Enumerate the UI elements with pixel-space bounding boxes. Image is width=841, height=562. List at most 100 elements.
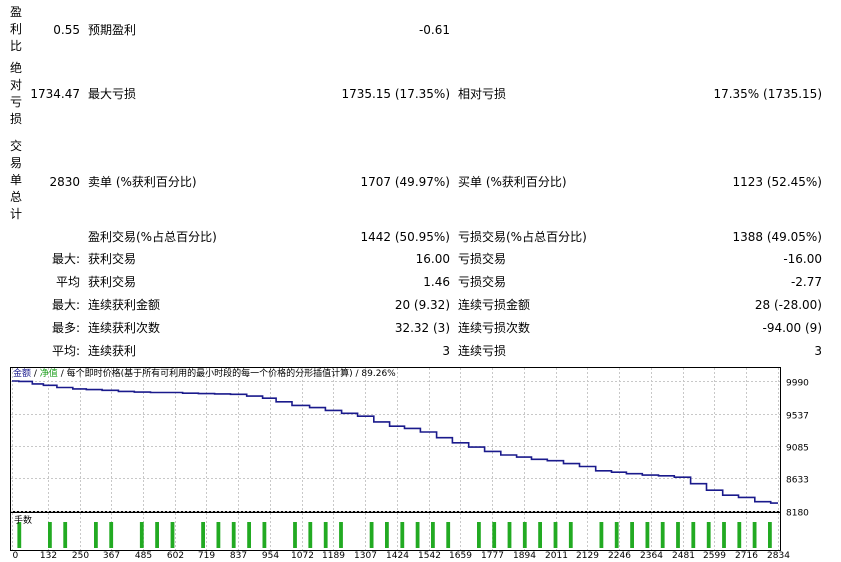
x-tick-label: 1072 [291, 551, 314, 560]
profit-factor-label: 盈利比 [10, 5, 23, 53]
volume-bar [676, 522, 680, 548]
max-consecutive-wins-amount-value: 20 (9.32) [394, 298, 450, 312]
x-tick-label: 1894 [513, 551, 536, 560]
average-consecutive-losses-value: 3 [814, 344, 822, 358]
balance-chart-canvas: 9990 9537 9085 8633 8180 0 132 250 367 485 602 719 8… [10, 367, 809, 560]
x-tick-label: 367 [103, 551, 120, 560]
volume-bar [155, 522, 159, 548]
max-consecutive-amount-prefix: 最大: [51, 298, 80, 312]
y-tick-label: 9085 [786, 444, 809, 454]
volume-bar [752, 522, 757, 548]
expected-payoff-label: 预期盈利 [88, 23, 137, 37]
y-tick-label: 9990 [786, 379, 809, 389]
volume-bar [139, 522, 144, 548]
volume-bar [293, 522, 297, 548]
x-tick-label: 1659 [449, 551, 472, 560]
main-plot-frame [10, 367, 781, 512]
x-tick-label: 485 [135, 551, 152, 560]
x-tick-label: 2716 [735, 551, 758, 560]
x-tick-label: 1424 [386, 551, 409, 560]
y-tick-label: 8633 [786, 476, 809, 486]
x-tick-label: 1189 [322, 551, 345, 560]
x-tick-label: 2834 [767, 551, 790, 560]
volume-bar [385, 522, 389, 548]
volume-bar [415, 522, 420, 548]
profit-factor-value: 0.55 [53, 23, 80, 37]
volume-bar [231, 522, 236, 548]
volume-bar [599, 522, 604, 548]
max-consecutive-losses-count-value: -94.00 (9) [762, 321, 823, 335]
volume-plot-frame [10, 512, 781, 551]
volume-bar [660, 522, 665, 548]
profit-trades-value: 1442 (50.95%) [360, 230, 450, 244]
volume-bar [614, 522, 619, 548]
long-positions-value: 1123 (52.45%) [732, 175, 822, 189]
volume-bar [339, 522, 343, 548]
short-positions-value: 1707 (49.97%) [360, 175, 450, 189]
legend-description: 每个即时价格(基于所有可利用的最小时段的每一个价格的分形插值计算) [66, 369, 353, 379]
volume-bar [706, 522, 711, 548]
chart-legend: 金额 / 净值 / 每个即时价格(基于所有可利用的最小时段的每一个价格的分形插值… [13, 368, 396, 380]
max-consecutive-wins-amount-label: 连续获利金额 [88, 298, 161, 312]
x-tick-label: 1777 [481, 551, 504, 560]
relative-drawdown-label: 相对亏损 [458, 87, 507, 101]
volume-bar [538, 522, 542, 548]
expected-payoff-value: -0.61 [418, 23, 450, 37]
volume-bar [170, 522, 175, 548]
short-positions-label: 卖单 (%获利百分比) [88, 175, 197, 189]
volume-label: 手数 [14, 514, 32, 526]
maximal-drawdown-label: 最大亏损 [88, 87, 137, 101]
volume-bar [477, 522, 481, 548]
volume-bar [691, 522, 696, 548]
volume-bar [247, 522, 251, 548]
volume-bar [507, 522, 512, 548]
x-tick-label: 602 [167, 551, 184, 560]
max-consecutive-wins-count-value: 32.32 (3) [394, 321, 450, 335]
total-trades-label: 交易单总计 [10, 139, 23, 221]
average-profit-value: 1.46 [423, 275, 450, 289]
x-tick-label: 2129 [576, 551, 599, 560]
x-tick-label: 837 [230, 551, 247, 560]
volume-bar [645, 522, 650, 548]
legend-equity: 净值 [39, 369, 58, 379]
volume-bar [431, 522, 435, 548]
average-prefix: 平均 [55, 275, 80, 289]
x-tick-label: 2246 [608, 551, 631, 560]
loss-trades-label: 亏损交易(%占总百分比) [458, 230, 587, 244]
largest-profit-value: 16.00 [415, 252, 450, 266]
x-tick-label: 2364 [640, 551, 663, 560]
x-tick-label: 250 [72, 551, 89, 560]
balance-chart[interactable]: 9990 9537 9085 8633 8180 0 132 250 367 485 602 719 8… [10, 367, 838, 560]
volume-bar [369, 522, 374, 548]
volume-bar [553, 522, 558, 548]
volume-bar [308, 522, 313, 548]
y-tick-label: 8180 [786, 509, 809, 519]
volume-bar [323, 522, 328, 548]
volume-bar [94, 522, 98, 548]
max-consecutive-losses-amount-label: 连续亏损金额 [458, 298, 531, 312]
average-loss-value: -2.77 [790, 275, 822, 289]
volume-bar [201, 522, 205, 548]
volume-bar [522, 522, 527, 548]
x-tick-label: 132 [40, 551, 57, 560]
total-trades-value: 2830 [49, 175, 80, 189]
long-positions-label: 买单 (%获利百分比) [458, 175, 567, 189]
average-consecutive-prefix: 平均: [51, 344, 80, 358]
x-tick-label: 954 [262, 551, 279, 560]
maximal-drawdown-value: 1735.15 (17.35%) [341, 87, 450, 101]
volume-bar [568, 522, 573, 548]
volume-bar [446, 522, 451, 548]
max-consecutive-losses-count-label: 连续亏损次数 [458, 321, 531, 335]
relative-drawdown-value: 17.35% (1735.15) [713, 87, 822, 101]
largest-loss-label: 亏损交易 [458, 252, 507, 266]
x-tick-label: 719 [198, 551, 215, 560]
max-consecutive-wins-count-label: 连续获利次数 [88, 321, 161, 335]
volume-bar [630, 522, 634, 548]
largest-profit-label: 获利交易 [88, 252, 137, 266]
loss-trades-value: 1388 (49.05%) [732, 230, 822, 244]
max-consecutive-count-prefix: 最多: [51, 321, 80, 335]
volume-bar [48, 522, 52, 548]
x-tick-label: 0 [13, 551, 19, 560]
x-tick-label: 1307 [354, 551, 377, 560]
average-profit-label: 获利交易 [88, 275, 137, 289]
